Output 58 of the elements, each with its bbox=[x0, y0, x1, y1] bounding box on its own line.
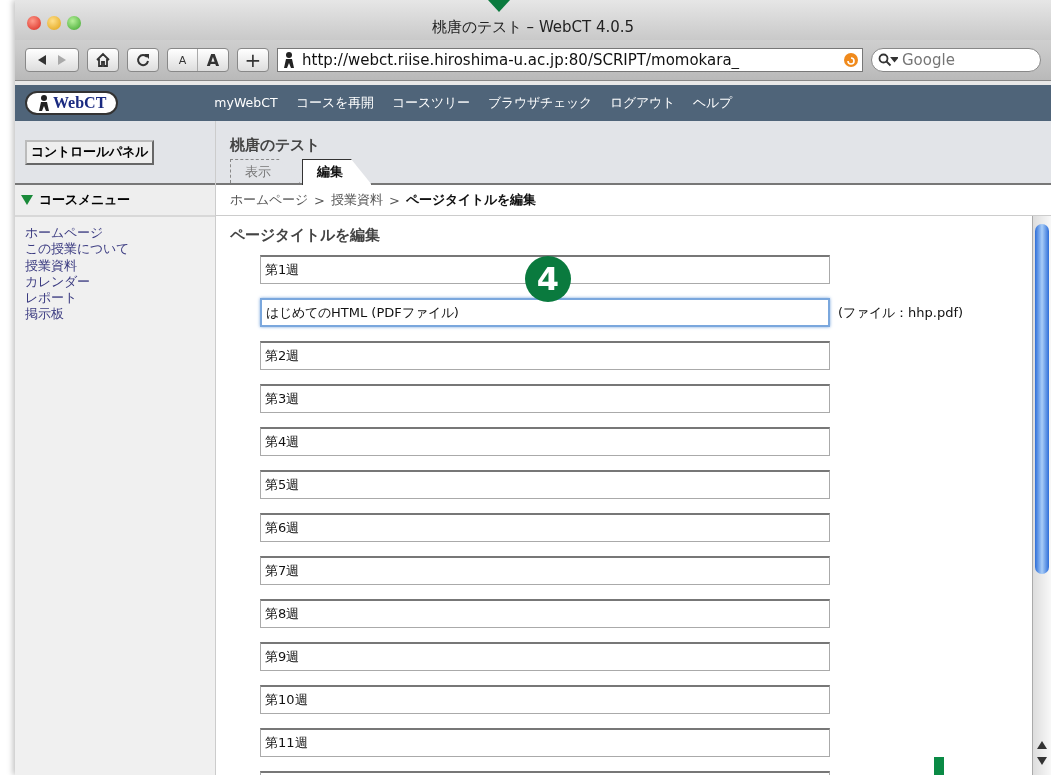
nav-link[interactable]: ヘルプ bbox=[692, 94, 732, 112]
course-menu-title: コースメニュー bbox=[39, 191, 130, 209]
title-input-field[interactable]: 第5週 bbox=[260, 470, 830, 499]
nav-link[interactable]: myWebCT bbox=[214, 94, 278, 112]
rss-icon[interactable] bbox=[844, 53, 858, 67]
title-input-field[interactable]: 第4週 bbox=[260, 427, 830, 456]
disclosure-triangle-icon[interactable] bbox=[21, 195, 33, 205]
tab[interactable]: 編集 bbox=[302, 159, 372, 185]
nav-link[interactable]: コースツリー bbox=[391, 94, 470, 112]
course-menu-link[interactable]: カレンダー bbox=[25, 273, 205, 290]
title-input-field[interactable]: 第10週 bbox=[260, 685, 830, 714]
vertical-scrollbar[interactable] bbox=[1032, 216, 1051, 775]
home-button[interactable] bbox=[87, 48, 119, 72]
title-input-field[interactable]: はじめてのHTML (PDFファイル) bbox=[260, 298, 830, 327]
title-input-field[interactable]: 第6週 bbox=[260, 513, 830, 542]
title-input-field[interactable]: 第3週 bbox=[260, 384, 830, 413]
scroll-down-icon[interactable] bbox=[1037, 757, 1047, 765]
reload-icon bbox=[136, 53, 150, 67]
site-logo-icon bbox=[282, 51, 296, 69]
larger-text-button[interactable]: A bbox=[198, 49, 228, 71]
reload-button[interactable] bbox=[127, 48, 159, 72]
course-title: 桃唐のテスト bbox=[230, 136, 321, 155]
course-menu-link[interactable]: 掲示板 bbox=[25, 306, 205, 323]
back-forward-button[interactable] bbox=[25, 48, 79, 72]
breadcrumb-item[interactable]: ホームページ bbox=[230, 191, 308, 209]
breadcrumb-item[interactable]: 授業資料 bbox=[330, 191, 383, 209]
course-menu-link[interactable]: ホームページ bbox=[25, 225, 205, 242]
tab[interactable]: 表示 bbox=[230, 159, 300, 183]
nav-link[interactable]: コースを再開 bbox=[295, 94, 374, 112]
scroll-up-icon[interactable] bbox=[1037, 741, 1047, 749]
breadcrumb-item: ページタイトルを編集 bbox=[405, 191, 536, 209]
file-note: (ファイル：hhp.pdf) bbox=[838, 303, 964, 322]
page-heading: ページタイトルを編集 bbox=[230, 226, 381, 245]
title-input-field[interactable]: 第8週 bbox=[260, 599, 830, 628]
breadcrumb-separator: > bbox=[388, 192, 400, 208]
control-panel-button[interactable]: コントロールパネル bbox=[25, 139, 154, 165]
smaller-text-button[interactable]: A bbox=[168, 49, 198, 71]
logo-text: WebCT bbox=[53, 94, 107, 112]
nav-link[interactable]: ブラウザチェック bbox=[487, 94, 592, 112]
scroll-thumb[interactable] bbox=[1035, 224, 1049, 574]
home-icon bbox=[95, 52, 111, 68]
title-input-field[interactable]: 第2週 bbox=[260, 341, 830, 370]
figure-icon bbox=[37, 94, 51, 112]
add-bookmark-button[interactable]: + bbox=[237, 48, 269, 72]
nav-link[interactable]: ログアウト bbox=[609, 94, 675, 112]
search-field[interactable]: Google bbox=[871, 48, 1041, 72]
course-menu-link[interactable]: レポート bbox=[25, 290, 205, 307]
marker-bar bbox=[934, 757, 944, 775]
course-menu-link[interactable]: この授業について bbox=[25, 241, 205, 258]
title-input-field[interactable]: 第9週 bbox=[260, 642, 830, 671]
webct-logo[interactable]: WebCT bbox=[25, 91, 119, 115]
title-input-field[interactable]: 第11週 bbox=[260, 728, 830, 757]
breadcrumb-separator: > bbox=[314, 192, 325, 208]
title-input-field[interactable]: 第7週 bbox=[260, 556, 830, 585]
close-button[interactable] bbox=[27, 16, 41, 30]
window-title: 桃唐のテスト – WebCT 4.0.5 bbox=[431, 18, 635, 36]
course-menu-link[interactable]: 授業資料 bbox=[25, 257, 205, 274]
address-field[interactable]: http://webct.riise.hiroshima-u.ac.jp:80/SCRIPT/momokara_ bbox=[277, 48, 863, 72]
